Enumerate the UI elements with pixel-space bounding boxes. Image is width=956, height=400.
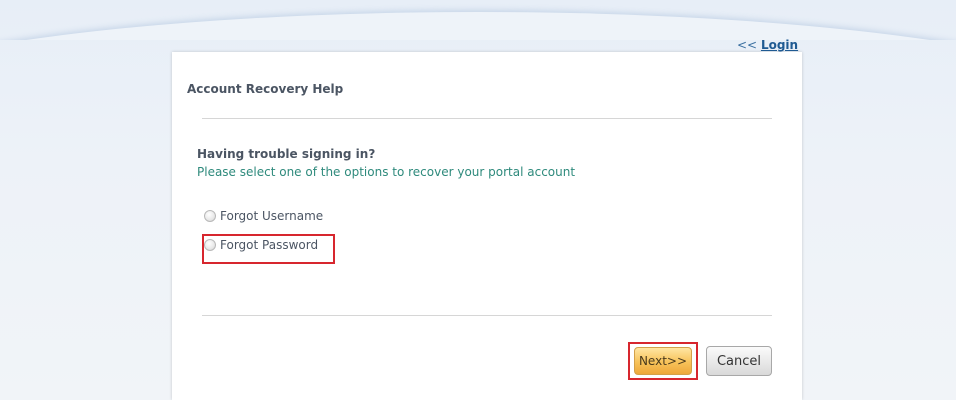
instruction-text: Please select one of the options to reco… xyxy=(197,165,576,179)
top-header-band xyxy=(0,0,956,40)
account-recovery-panel: << Login Account Recovery Help Having tr… xyxy=(172,38,802,400)
login-link[interactable]: Login xyxy=(761,38,798,52)
back-arrows: << xyxy=(737,38,758,52)
header-arc xyxy=(0,12,956,40)
trouble-heading: Having trouble signing in? xyxy=(197,147,376,161)
back-to-login: << Login xyxy=(737,38,798,52)
next-button[interactable]: Next>> xyxy=(634,347,692,375)
option-forgot-username[interactable]: Forgot Username xyxy=(204,209,323,223)
panel-title: Account Recovery Help xyxy=(187,82,344,96)
bottom-divider xyxy=(202,315,772,316)
forgot-username-label: Forgot Username xyxy=(220,209,324,223)
cancel-button[interactable]: Cancel xyxy=(706,346,772,376)
top-divider xyxy=(202,118,772,119)
forgot-username-radio[interactable] xyxy=(204,210,216,222)
forgot-password-highlight-box xyxy=(202,234,335,264)
